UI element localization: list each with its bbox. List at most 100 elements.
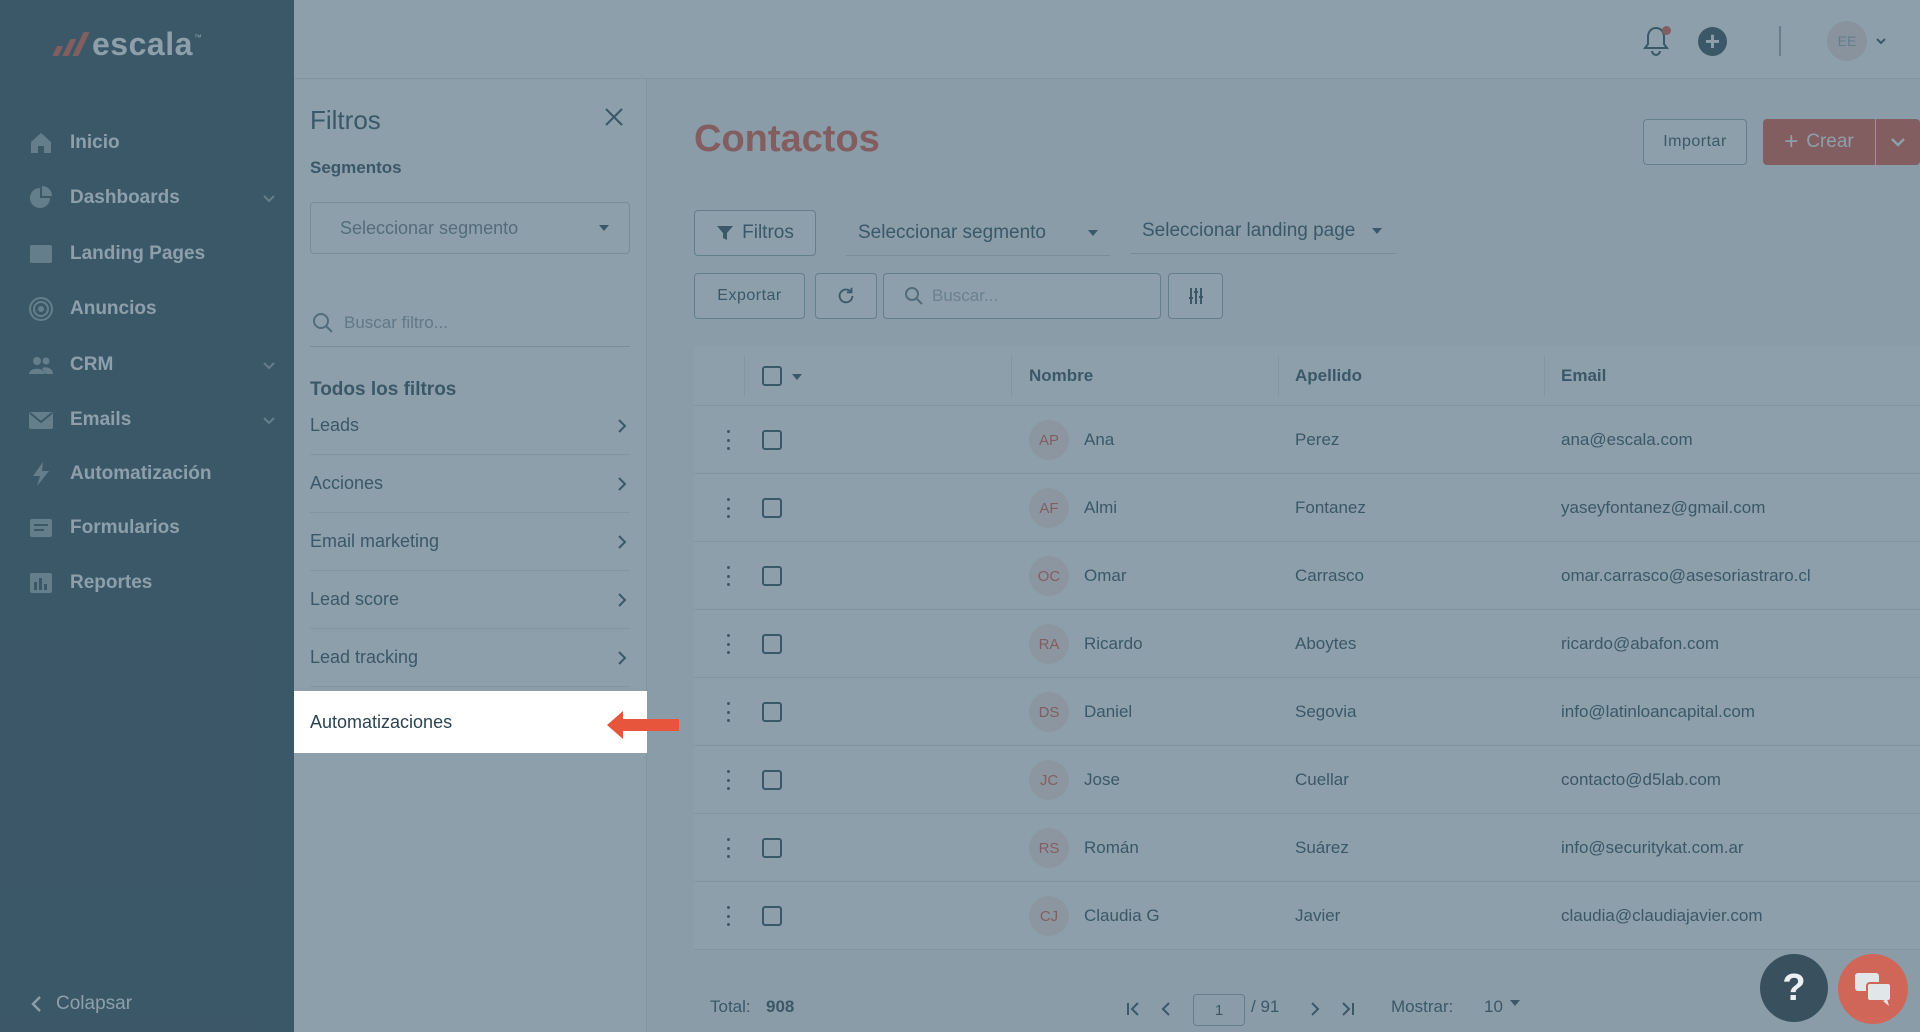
cell-nombre[interactable]: Claudia G bbox=[1084, 882, 1160, 950]
filters-panel-title: Filtros bbox=[310, 105, 381, 135]
cell-nombre[interactable]: Daniel bbox=[1084, 678, 1132, 746]
cell-nombre[interactable]: Román bbox=[1084, 814, 1139, 882]
table-row[interactable]: JC Jose Cuellar contacto@d5lab.com bbox=[694, 746, 1920, 814]
row-actions-kebab-icon[interactable] bbox=[718, 902, 738, 930]
search-icon bbox=[313, 312, 333, 333]
cell-nombre[interactable]: Omar bbox=[1084, 542, 1127, 610]
sidebar-item-label: CRM bbox=[70, 354, 114, 375]
filters-panel: Filtros Segmentos Seleccionar segmento T… bbox=[294, 79, 647, 1032]
contact-avatar: OC bbox=[1029, 556, 1069, 596]
filters-button[interactable]: Filtros bbox=[694, 210, 816, 256]
create-button[interactable]: + Crear bbox=[1763, 119, 1875, 165]
cell-nombre[interactable]: Ricardo bbox=[1084, 610, 1143, 678]
sidebar-item-crm[interactable]: CRM bbox=[26, 343, 276, 387]
row-checkbox[interactable] bbox=[762, 702, 782, 722]
row-actions-kebab-icon[interactable] bbox=[718, 698, 738, 726]
select-options-caret-icon[interactable] bbox=[792, 374, 802, 380]
table-row[interactable]: RA Ricardo Aboytes ricardo@abafon.com bbox=[694, 610, 1920, 678]
sidebar-item-formularios[interactable]: Formularios bbox=[26, 506, 276, 550]
segment-dropdown[interactable]: Seleccionar segmento bbox=[846, 210, 1110, 256]
sidebar-item-anuncios[interactable]: Anuncios bbox=[26, 287, 276, 331]
cell-nombre[interactable]: Ana bbox=[1084, 406, 1114, 474]
next-page-icon[interactable] bbox=[1308, 999, 1322, 1019]
sidebar-item-inicio[interactable]: Inicio bbox=[26, 121, 276, 165]
row-checkbox[interactable] bbox=[762, 498, 782, 518]
contact-avatar: RA bbox=[1029, 624, 1069, 664]
escala-logo[interactable]: escala ™ bbox=[52, 24, 202, 64]
row-actions-kebab-icon[interactable] bbox=[718, 562, 738, 590]
sidebar-item-dashboards[interactable]: Dashboards bbox=[26, 176, 276, 220]
table-row[interactable]: AP Ana Perez ana@escala.com bbox=[694, 406, 1920, 474]
filter-item-email-marketing[interactable]: Email marketing bbox=[310, 513, 630, 571]
caret-down-icon bbox=[599, 225, 609, 231]
cell-nombre[interactable]: Jose bbox=[1084, 746, 1120, 814]
sidebar-item-label: Automatización bbox=[70, 463, 212, 484]
row-checkbox[interactable] bbox=[762, 906, 782, 926]
row-checkbox[interactable] bbox=[762, 430, 782, 450]
sidebar-item-landing-pages[interactable]: Landing Pages bbox=[26, 232, 276, 276]
table-footer: Total: 908 1 / 91 Mostrar: 10 bbox=[694, 985, 1920, 1026]
notification-dot bbox=[1662, 26, 1671, 35]
row-checkbox[interactable] bbox=[762, 838, 782, 858]
table-row[interactable]: OC Omar Carrasco omar.carrasco@asesoriastra… bbox=[694, 542, 1920, 610]
first-page-icon[interactable] bbox=[1126, 999, 1140, 1019]
row-actions-kebab-icon[interactable] bbox=[718, 630, 738, 658]
contacts-search-input[interactable] bbox=[932, 286, 1152, 306]
collapse-sidebar-button[interactable]: Colapsar bbox=[30, 993, 132, 1015]
select-all-checkbox[interactable] bbox=[762, 366, 782, 386]
cell-nombre[interactable]: Almi bbox=[1084, 474, 1117, 542]
sidebar-item-automatizaci-n[interactable]: Automatización bbox=[26, 452, 276, 496]
column-settings-button[interactable] bbox=[1168, 273, 1223, 319]
help-button[interactable]: ? bbox=[1760, 954, 1828, 1022]
funnel-icon bbox=[717, 226, 734, 240]
column-header-apellido[interactable]: Apellido bbox=[1295, 346, 1362, 406]
filter-item-automatizaciones[interactable]: Automatizaciones bbox=[294, 691, 647, 753]
close-icon[interactable] bbox=[602, 105, 626, 129]
create-options-dropdown[interactable] bbox=[1876, 119, 1920, 165]
filter-item-leads[interactable]: Leads bbox=[310, 397, 630, 455]
refresh-button-frame[interactable] bbox=[815, 273, 877, 319]
filter-item-acciones[interactable]: Acciones bbox=[310, 455, 630, 513]
column-header-email[interactable]: Email bbox=[1561, 346, 1606, 406]
page-number-input[interactable]: 1 bbox=[1193, 994, 1245, 1026]
filter-search[interactable] bbox=[310, 299, 630, 347]
table-row[interactable]: CJ Claudia G Javier claudia@claudiajavier.c… bbox=[694, 882, 1920, 950]
panel-segment-select[interactable]: Seleccionar segmento bbox=[310, 202, 630, 254]
total-value: 908 bbox=[766, 997, 795, 1016]
row-checkbox[interactable] bbox=[762, 770, 782, 790]
chat-button[interactable] bbox=[1838, 954, 1908, 1024]
chevron-down-icon bbox=[262, 191, 276, 205]
contacts-search[interactable] bbox=[883, 273, 1161, 319]
page-size-select[interactable]: 10 bbox=[1484, 997, 1534, 1021]
notifications-bell-icon[interactable] bbox=[1640, 24, 1672, 58]
table-row[interactable]: AF Almi Fontanez yaseyfontanez@gmail.com bbox=[694, 474, 1920, 542]
column-header-nombre[interactable]: Nombre bbox=[1029, 346, 1093, 406]
row-checkbox[interactable] bbox=[762, 566, 782, 586]
column-separator bbox=[1544, 356, 1545, 396]
page-size-value: 10 bbox=[1484, 997, 1503, 1016]
last-page-icon[interactable] bbox=[1341, 999, 1355, 1019]
table-row[interactable]: DS Daniel Segovia info@latinloancapital.com bbox=[694, 678, 1920, 746]
panel-segment-placeholder: Seleccionar segmento bbox=[340, 217, 519, 238]
filter-search-input[interactable] bbox=[344, 312, 614, 333]
previous-page-icon[interactable] bbox=[1159, 999, 1173, 1019]
sidebar-item-emails[interactable]: Emails bbox=[26, 398, 276, 442]
row-actions-kebab-icon[interactable] bbox=[718, 834, 738, 862]
sidebar: escala ™ Inicio Dashboards Landing Pages An… bbox=[0, 0, 294, 1032]
export-button[interactable]: Exportar bbox=[694, 273, 805, 319]
row-actions-kebab-icon[interactable] bbox=[718, 494, 738, 522]
row-actions-kebab-icon[interactable] bbox=[718, 766, 738, 794]
filter-item-lead-tracking[interactable]: Lead tracking bbox=[310, 629, 630, 687]
row-actions-kebab-icon[interactable] bbox=[718, 426, 738, 454]
row-checkbox[interactable] bbox=[762, 634, 782, 654]
user-avatar[interactable]: EE bbox=[1827, 21, 1867, 61]
filter-item-lead-score[interactable]: Lead score bbox=[310, 571, 630, 629]
landing-page-dropdown[interactable]: Seleccionar landing page bbox=[1130, 208, 1396, 254]
chevron-down-icon[interactable] bbox=[1875, 34, 1887, 46]
sidebar-item-label: Inicio bbox=[70, 132, 120, 153]
column-separator bbox=[1011, 356, 1012, 396]
sidebar-item-reportes[interactable]: Reportes bbox=[26, 561, 276, 605]
quick-add-button[interactable]: + bbox=[1698, 27, 1727, 56]
table-row[interactable]: RS Román Suárez info@securitykat.com.ar bbox=[694, 814, 1920, 882]
import-button[interactable]: Importar bbox=[1643, 119, 1747, 165]
